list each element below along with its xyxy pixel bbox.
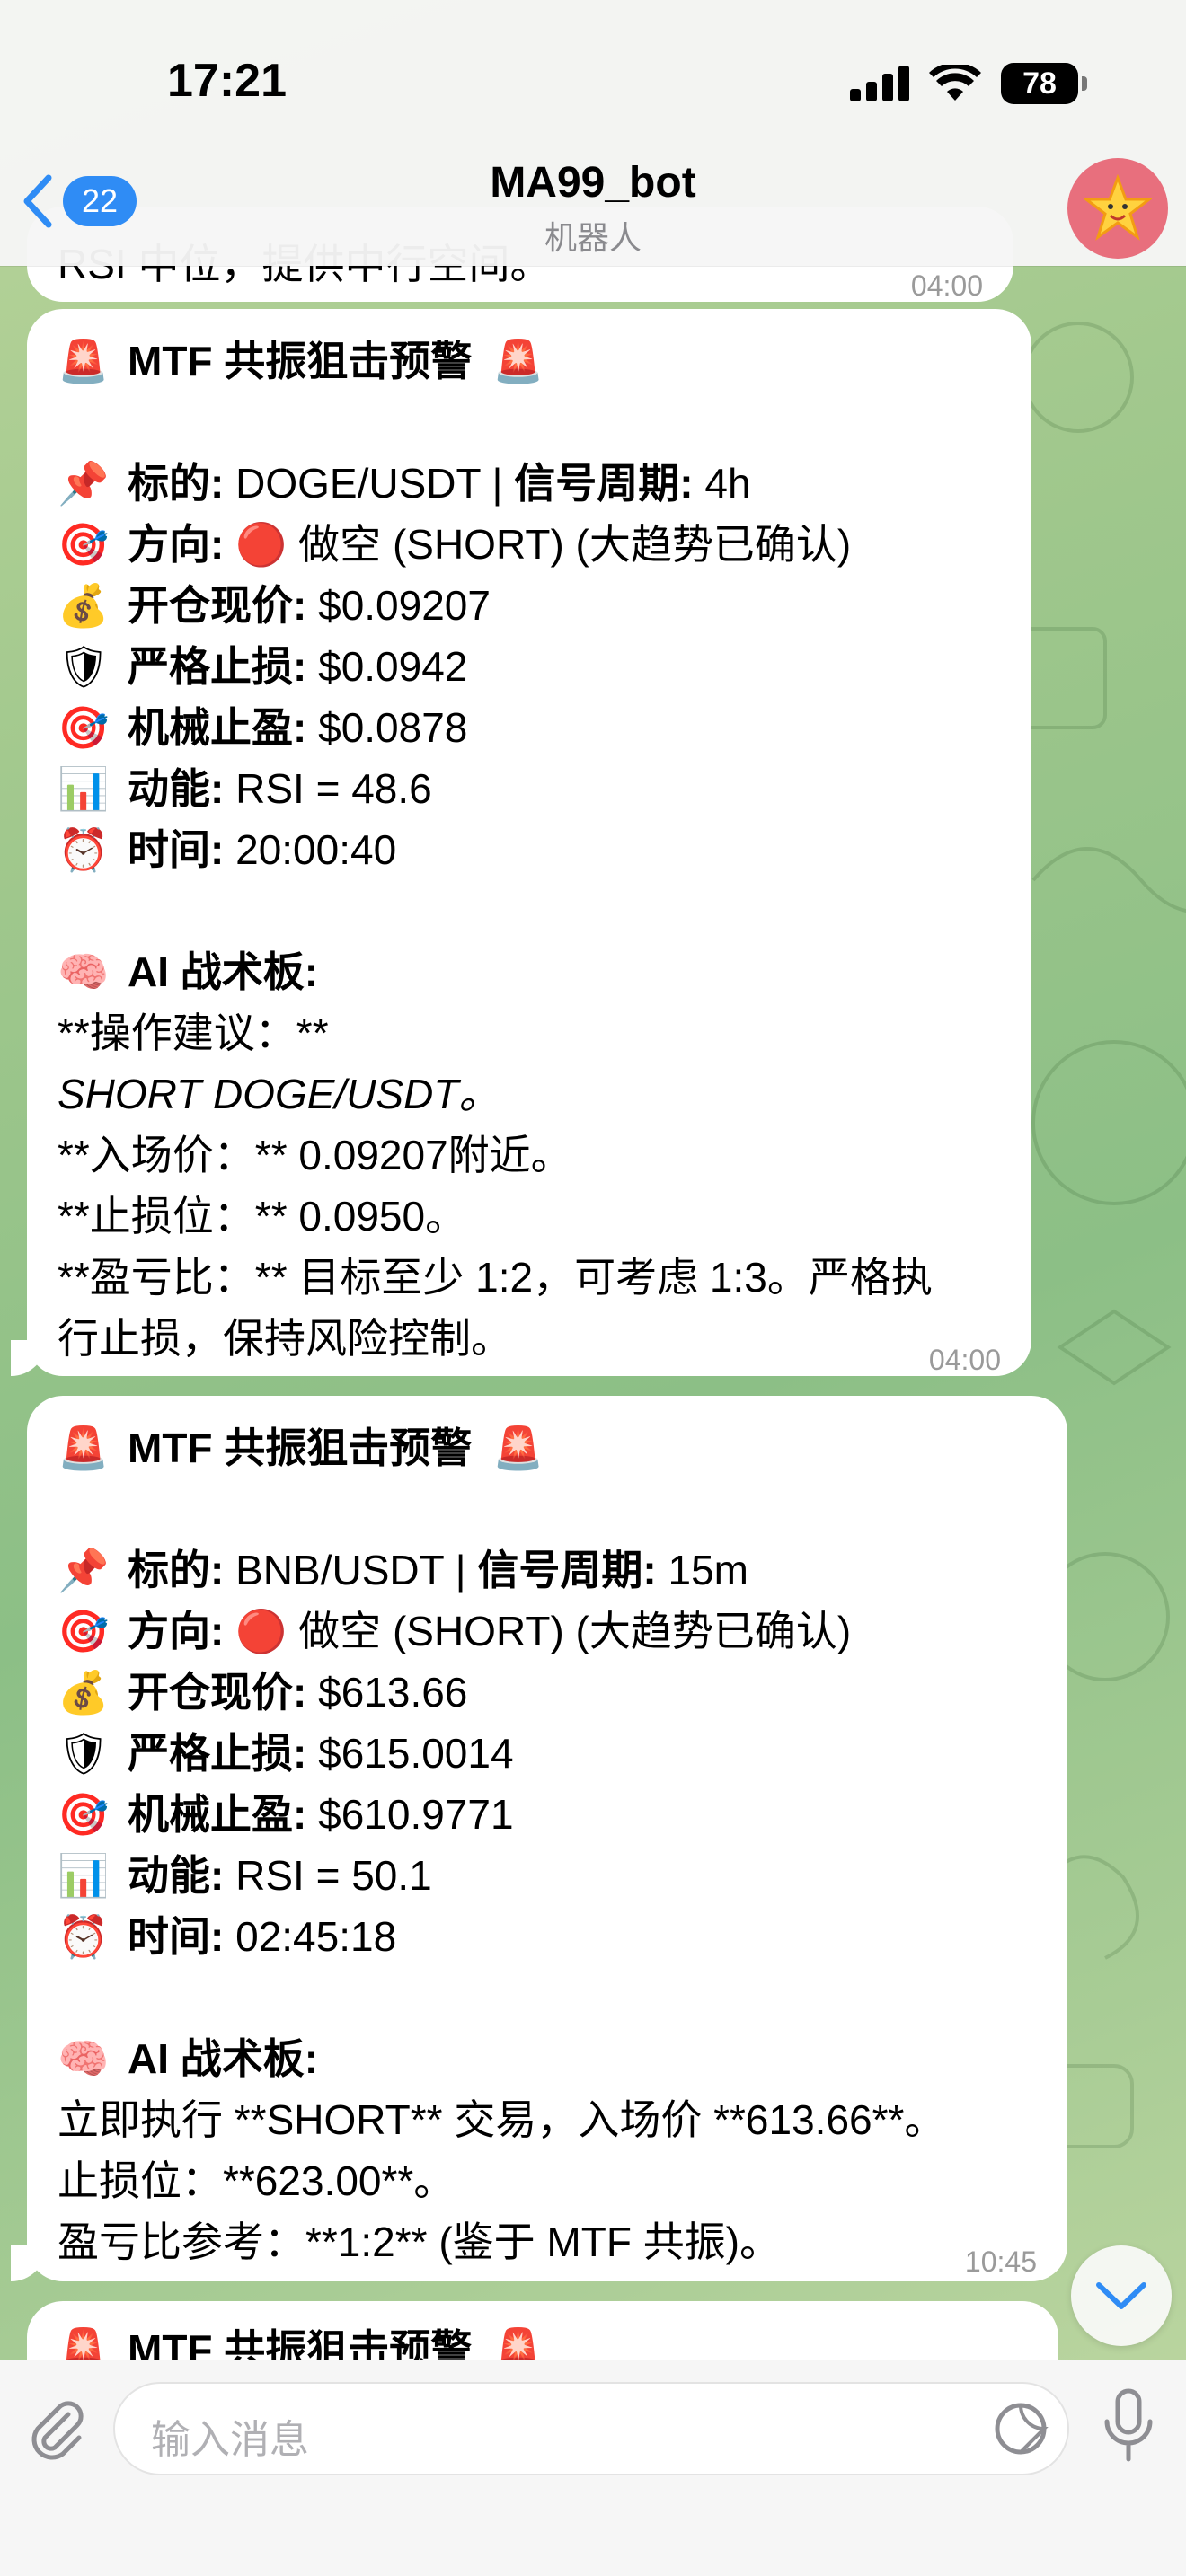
take-profit-value: $610.9771 <box>318 1791 514 1838</box>
field-label: 动能: <box>128 765 225 812</box>
period-value: 15m <box>668 1547 748 1593</box>
ai-line: 盈亏比参考：**1:2** (鉴于 MTF 共振)。 <box>58 2219 782 2265</box>
shield-icon: 🛡 <box>58 1730 111 1777</box>
field-label: 开仓现价: <box>128 582 307 629</box>
symbol-value: DOGE/USDT <box>235 460 481 507</box>
pin-icon: 📌 <box>58 460 110 507</box>
status-time: 17:21 <box>167 55 287 107</box>
pin-icon: 📌 <box>58 1547 110 1593</box>
period-value: 4h <box>704 460 751 507</box>
field-label: 信号周期: <box>477 1547 657 1593</box>
ai-line: **操作建议：** <box>58 1010 329 1056</box>
field-label: 标的: <box>128 460 225 507</box>
stop-loss-value: $0.0942 <box>318 643 468 690</box>
bubble-tail <box>11 1340 47 1376</box>
siren-icon: 🚨 <box>58 1425 110 1471</box>
signal-icon <box>850 66 909 101</box>
field-label: 信号周期: <box>514 460 694 507</box>
field-label: 机械止盈: <box>128 1791 307 1838</box>
siren-icon: 🚨 <box>492 1425 544 1471</box>
bar-chart-icon: 📊 <box>58 1852 110 1899</box>
message-bubble: 🚨 MTF 共振狙击预警 🚨 📌 标的: DOGE/USDT | 信号周期: 4h … <box>27 309 1031 1376</box>
microphone-icon <box>1104 2388 1153 2462</box>
chat-subtitle: 机器人 <box>544 219 642 256</box>
bot-avatar[interactable] <box>1067 158 1168 259</box>
input-placeholder: 输入消息 <box>151 2418 309 2462</box>
alarm-clock-icon: ⏰ <box>58 826 110 873</box>
message-composer: 输入消息 <box>0 2360 1186 2576</box>
ai-line: **止损位：** 0.0950。 <box>58 1193 467 1239</box>
alarm-clock-icon: ⏰ <box>58 1913 110 1960</box>
ai-line: SHORT DOGE/USDT。 <box>58 1071 500 1117</box>
ai-line: **盈亏比：** 目标至少 1:2，可考虑 1:3。严格执 <box>58 1254 933 1301</box>
bar-chart-icon: 📊 <box>58 765 110 812</box>
ai-line: 立即执行 **SHORT** 交易，入场价 **613.66**。 <box>58 2096 946 2143</box>
navigation-header: 17:21 78 22 MA99_bot 机器人 <box>0 0 1186 266</box>
direction-value: 做空 (SHORT) (大趋势已确认) <box>298 521 852 568</box>
field-label: 机械止盈: <box>128 704 307 751</box>
entry-value: $613.66 <box>318 1669 468 1716</box>
ai-line: **入场价：** 0.09207附近。 <box>58 1132 572 1178</box>
ai-line: 行止损，保持风险控制。 <box>58 1315 512 1362</box>
sticker-button[interactable] <box>992 2400 1049 2457</box>
time-value: 02:45:18 <box>235 1913 397 1960</box>
brain-icon: 🧠 <box>58 948 110 995</box>
target-icon: 🎯 <box>58 1791 110 1838</box>
star-face-icon <box>1084 174 1152 241</box>
field-label: 开仓现价: <box>128 1669 307 1716</box>
symbol-value: BNB/USDT <box>235 1547 444 1593</box>
target-icon: 🎯 <box>58 521 110 568</box>
voice-button[interactable] <box>1096 2387 1161 2465</box>
scroll-down-button[interactable] <box>1071 2245 1172 2346</box>
message-time: 04:00 <box>928 1344 1001 1376</box>
ai-line: 止损位：**623.00**。 <box>58 2157 456 2204</box>
field-label: 时间: <box>128 1913 225 1960</box>
siren-icon: 🚨 <box>492 338 544 384</box>
stop-loss-value: $615.0014 <box>318 1730 514 1777</box>
siren-icon: 🚨 <box>58 338 110 384</box>
status-icons: 78 <box>850 61 1087 106</box>
alert-title: MTF 共振狙击预警 <box>128 338 473 384</box>
red-circle-icon: 🔴 <box>235 1608 288 1654</box>
ai-board-label: AI 战术板: <box>128 2035 319 2082</box>
message-time: 10:45 <box>964 2245 1037 2278</box>
chevron-down-icon <box>1096 2282 1146 2309</box>
sticker-icon <box>995 2403 1049 2455</box>
field-label: 方向: <box>128 1608 225 1654</box>
field-label: 时间: <box>128 826 225 873</box>
ai-board-label: AI 战术板: <box>128 948 319 995</box>
attach-button[interactable] <box>25 2396 90 2461</box>
red-circle-icon: 🔴 <box>235 521 288 568</box>
message-bubble: 🚨 MTF 共振狙击预警 🚨 📌 标的: BNB/USDT | 信号周期: 15m … <box>27 1396 1067 2281</box>
direction-value: 做空 (SHORT) (大趋势已确认) <box>298 1608 852 1654</box>
target-icon: 🎯 <box>58 704 110 751</box>
entry-value: $0.09207 <box>318 582 491 629</box>
field-label: 严格止损: <box>128 1730 307 1777</box>
alert-title: MTF 共振狙击预警 <box>128 1425 473 1471</box>
field-label: 方向: <box>128 521 225 568</box>
wifi-icon <box>929 65 981 101</box>
field-label: 动能: <box>128 1852 225 1899</box>
paperclip-icon <box>31 2401 84 2460</box>
money-bag-icon: 💰 <box>58 1669 110 1716</box>
take-profit-value: $0.0878 <box>318 704 468 751</box>
time-value: 20:00:40 <box>235 826 397 873</box>
momentum-value: RSI = 48.6 <box>235 765 432 812</box>
target-icon: 🎯 <box>58 1608 110 1654</box>
bubble-tail <box>11 2245 47 2281</box>
brain-icon: 🧠 <box>58 2035 110 2082</box>
message-input[interactable]: 输入消息 <box>113 2382 1069 2475</box>
chat-title[interactable]: MA99_bot <box>0 158 1186 207</box>
battery-indicator: 78 <box>1001 63 1087 104</box>
momentum-value: RSI = 50.1 <box>235 1852 432 1899</box>
field-label: 标的: <box>128 1547 225 1593</box>
shield-icon: 🛡 <box>58 643 111 690</box>
field-label: 严格止损: <box>128 643 307 690</box>
money-bag-icon: 💰 <box>58 582 110 629</box>
